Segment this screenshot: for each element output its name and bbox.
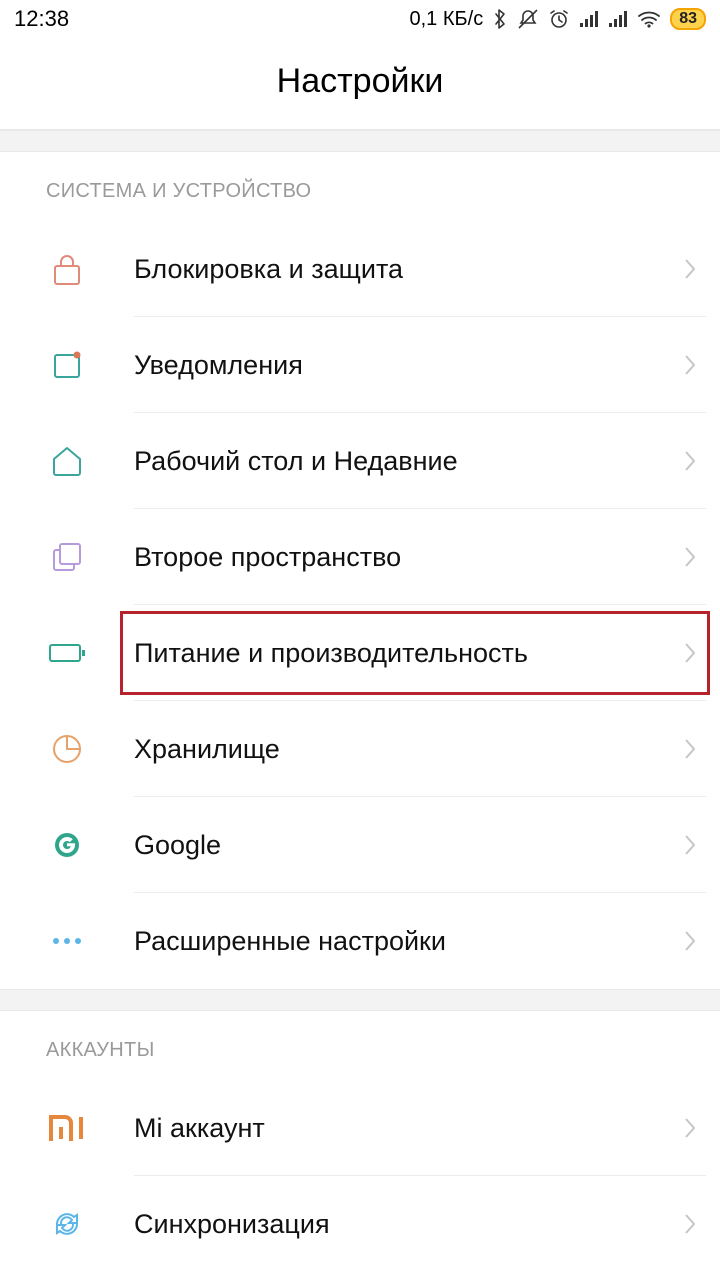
list-system: Блокировка и защита Уведомления Рабочий … (0, 221, 720, 989)
row-notifications[interactable]: Уведомления (0, 317, 720, 413)
row-label: Синхронизация (134, 1209, 660, 1240)
section-gap (0, 130, 720, 152)
battery-indicator: 83 (670, 8, 706, 30)
row-label: Второе пространство (134, 542, 660, 573)
chevron-right-icon (660, 546, 720, 568)
row-label: Рабочий стол и Недавние (134, 446, 660, 477)
wifi-icon (637, 10, 661, 28)
second-space-icon (0, 540, 134, 574)
vibrate-icon (517, 8, 539, 30)
chevron-right-icon (660, 450, 720, 472)
row-second-space[interactable]: Второе пространство (0, 509, 720, 605)
row-lock-protection[interactable]: Блокировка и защита (0, 221, 720, 317)
row-label: Расширенные настройки (134, 926, 660, 957)
chevron-right-icon (660, 1213, 720, 1235)
row-storage[interactable]: Хранилище (0, 701, 720, 797)
sync-icon (0, 1208, 134, 1240)
row-mi-account[interactable]: Mi аккаунт (0, 1080, 720, 1176)
section-title-system: СИСТЕМА И УСТРОЙСТВО (0, 152, 720, 221)
signal-1-icon (579, 10, 599, 28)
status-right: 0,1 КБ/с 83 (410, 8, 707, 31)
list-accounts: Mi аккаунт Синхронизация (0, 1080, 720, 1272)
more-icon (0, 936, 134, 946)
notification-icon (0, 349, 134, 381)
mi-logo-icon (0, 1115, 134, 1141)
chevron-right-icon (660, 642, 720, 664)
chevron-right-icon (660, 354, 720, 376)
data-rate: 0,1 КБ/с (410, 8, 484, 31)
chevron-right-icon (660, 930, 720, 952)
storage-icon (0, 733, 134, 765)
section-title-accounts: АККАУНТЫ (0, 1011, 720, 1080)
row-label: Google (134, 830, 660, 861)
lock-icon (0, 252, 134, 286)
header: Настройки (0, 36, 720, 130)
home-icon (0, 445, 134, 477)
row-label: Хранилище (134, 734, 660, 765)
chevron-right-icon (660, 738, 720, 760)
chevron-right-icon (660, 834, 720, 856)
signal-2-icon (608, 10, 628, 28)
page-title: Настройки (0, 62, 720, 101)
bluetooth-icon (492, 8, 508, 30)
row-battery-performance[interactable]: Питание и производительность (0, 605, 720, 701)
row-label: Уведомления (134, 350, 660, 381)
row-label: Mi аккаунт (134, 1113, 660, 1144)
alarm-icon (548, 8, 570, 30)
row-google[interactable]: Google (0, 797, 720, 893)
chevron-right-icon (660, 258, 720, 280)
status-bar: 12:38 0,1 КБ/с 83 (0, 0, 720, 36)
chevron-right-icon (660, 1117, 720, 1139)
row-advanced[interactable]: Расширенные настройки (0, 893, 720, 989)
battery-icon (0, 641, 134, 665)
row-home-recents[interactable]: Рабочий стол и Недавние (0, 413, 720, 509)
row-label: Блокировка и защита (134, 254, 660, 285)
section-gap (0, 989, 720, 1011)
status-time: 12:38 (14, 6, 69, 32)
row-label: Питание и производительность (134, 638, 660, 669)
google-icon (0, 830, 134, 860)
row-sync[interactable]: Синхронизация (0, 1176, 720, 1272)
